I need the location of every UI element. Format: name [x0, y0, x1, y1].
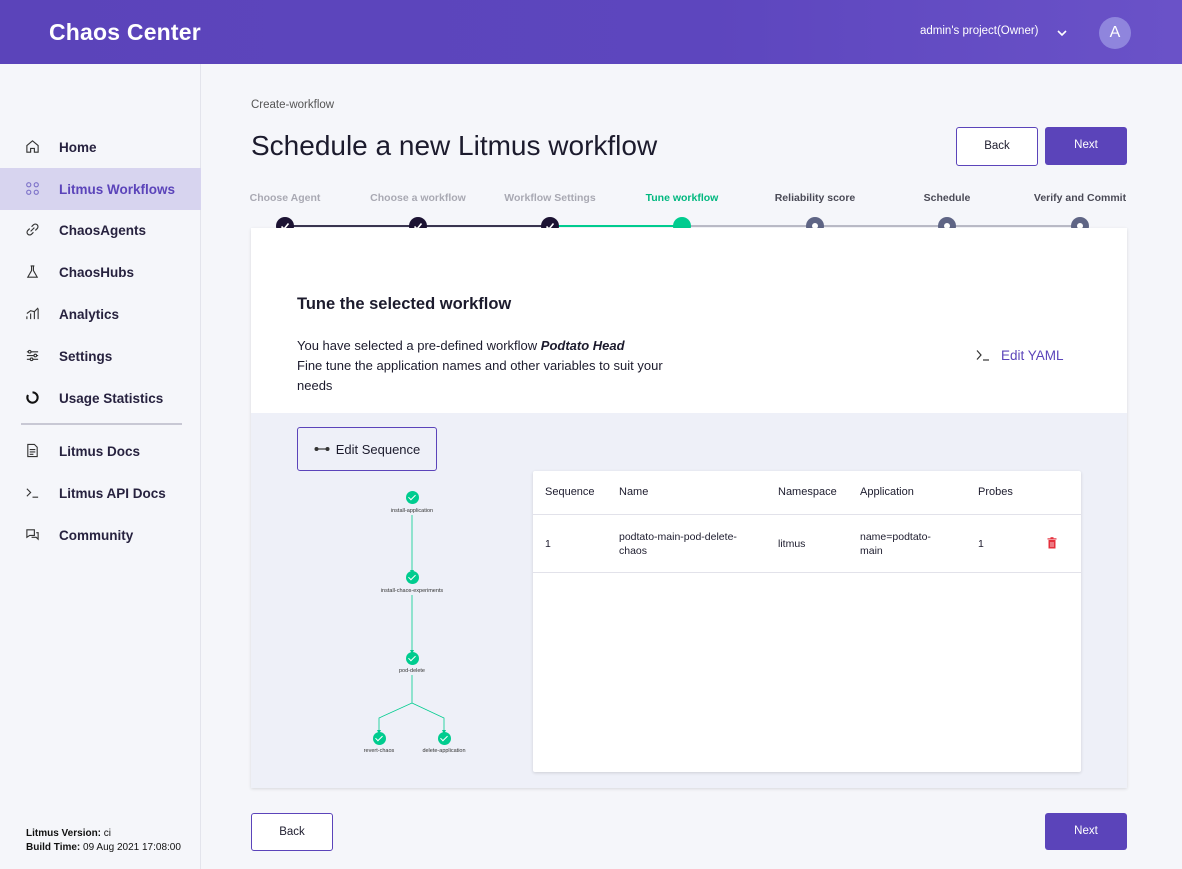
edit-yaml-label: Edit YAML [1001, 347, 1064, 363]
workflow-name: Podtato Head [540, 338, 625, 353]
edit-yaml-button[interactable]: Edit YAML [975, 347, 1064, 363]
cell-application: name=podtato-main [860, 531, 931, 557]
section-description: You have selected a pre-defined workflow… [297, 336, 677, 396]
sidebar-item-label: Home [59, 139, 97, 155]
workflow-graph-edges [377, 515, 446, 734]
footer-next-button[interactable]: Next [1045, 813, 1127, 850]
app-title[interactable]: Chaos Center [49, 19, 201, 46]
step-label-choose-agent: Choose Agent [249, 192, 321, 204]
sidebar-item-label: ChaosAgents [59, 222, 147, 238]
table-header-name: Name [619, 486, 649, 498]
analytics-icon [26, 307, 39, 320]
usage-ring-icon [26, 391, 39, 404]
cell-namespace: litmus [778, 538, 806, 550]
sidebar-item-label: Community [59, 527, 134, 543]
cell-name: podtato-main-pod-delete-chaos [619, 531, 737, 557]
build-time-value: 09 Aug 2021 17:08:00 [80, 842, 181, 853]
table-header-probes: Probes [978, 486, 1013, 498]
sidebar-item-label: Litmus Workflows [59, 181, 176, 197]
document-icon [27, 443, 38, 458]
sidebar-item-label: ChaosHubs [59, 264, 135, 280]
chevron-down-icon[interactable] [1055, 26, 1069, 40]
workflow-node-check-icon[interactable] [406, 491, 419, 504]
workflow-node-check-icon[interactable] [438, 732, 451, 745]
version-value: ci [101, 828, 112, 839]
experiments-table: Sequence Name Namespace Application Prob… [533, 471, 1081, 772]
sidebar-item-litmus-docs[interactable]: Litmus Docs [0, 430, 201, 472]
top-bar: Chaos Center admin's project(Owner) A [0, 0, 1182, 64]
sidebar-item-community[interactable]: Community [0, 514, 201, 556]
breadcrumb[interactable]: Create-workflow [251, 99, 334, 111]
chat-icon [26, 529, 39, 541]
table-header-divider [533, 514, 1081, 515]
avatar[interactable]: A [1099, 17, 1131, 49]
version-info: Litmus Version: ci Build Time: 09 Aug 20… [26, 827, 181, 855]
sidebar-item-chaoshubs[interactable]: ChaosHubs [0, 251, 201, 293]
workflow-node-check-icon[interactable] [406, 652, 419, 665]
sidebar-item-analytics[interactable]: Analytics [0, 293, 201, 335]
desc-prefix: You have selected a pre-defined workflow [297, 338, 541, 353]
sequence-link-icon [314, 447, 330, 451]
edit-sequence-button[interactable]: Edit Sequence [297, 427, 437, 471]
step-label-reliability-score: Reliability score [774, 192, 856, 204]
footer-back-button[interactable]: Back [251, 813, 333, 851]
section-heading: Tune the selected workflow [297, 295, 512, 313]
next-button[interactable]: Next [1045, 127, 1127, 165]
step-connector-upcoming [682, 225, 1080, 227]
sidebar-item-litmus-api-docs[interactable]: Litmus API Docs [0, 472, 201, 514]
table-header-sequence: Sequence [545, 486, 595, 498]
link-icon [26, 223, 39, 236]
flask-icon [26, 265, 39, 278]
sidebar-item-label: Analytics [59, 306, 120, 322]
sidebar: Home Litmus Workflows ChaosAgents ChaosH… [0, 64, 201, 869]
tune-workflow-card: Tune the selected workflow You have sele… [251, 228, 1127, 788]
step-label-workflow-settings: Workflow Settings [504, 192, 596, 204]
page-title: Schedule a new Litmus workflow [251, 130, 658, 161]
version-label: Litmus Version: [26, 828, 102, 839]
workflow-node-label: pod-delete [399, 668, 425, 674]
sidebar-item-label: Litmus Docs [59, 443, 141, 459]
terminal-icon [26, 488, 39, 498]
workflow-node-label: revert-chaos [363, 748, 395, 754]
workflow-node-label: install-application [390, 508, 434, 514]
cell-probes[interactable]: 1 [978, 537, 984, 551]
settings-sliders-icon [26, 349, 39, 362]
edit-sequence-label: Edit Sequence [335, 441, 421, 457]
desc-rest: Fine tune the application names and othe… [297, 358, 663, 393]
sidebar-item-settings[interactable]: Settings [0, 335, 201, 377]
step-label-verify-commit: Verify and Commit [1033, 192, 1127, 204]
table-header-application: Application [860, 486, 914, 498]
workflow-node-check-icon[interactable] [406, 571, 419, 584]
sidebar-divider [21, 423, 182, 425]
table-header-namespace: Namespace [778, 486, 837, 498]
build-time-label: Build Time: [26, 842, 81, 853]
sidebar-item-label: Litmus API Docs [59, 485, 166, 501]
home-icon [26, 140, 39, 153]
step-label-choose-workflow: Choose a workflow [370, 192, 466, 204]
sidebar-item-chaosagents[interactable]: ChaosAgents [0, 209, 201, 251]
sidebar-item-label: Settings [59, 348, 113, 364]
step-connector-active [550, 225, 682, 227]
workflow-node-label: install-chaos-experiments [380, 588, 444, 594]
sidebar-item-litmus-workflows[interactable]: Litmus Workflows [0, 168, 201, 210]
workflow-node-label: delete-application [422, 748, 466, 754]
back-button[interactable]: Back [956, 127, 1038, 166]
workflows-icon [26, 182, 39, 195]
workflow-node-check-icon[interactable] [373, 732, 386, 745]
sidebar-item-usage-statistics[interactable]: Usage Statistics [0, 377, 201, 419]
step-label-tune-workflow: Tune workflow [645, 192, 719, 204]
sidebar-item-label: Usage Statistics [59, 390, 164, 406]
trash-icon[interactable] [1047, 537, 1057, 549]
terminal-icon [976, 350, 989, 361]
table-row-divider [533, 572, 1081, 573]
sidebar-item-home[interactable]: Home [0, 126, 201, 168]
cell-sequence: 1 [545, 538, 551, 550]
project-selector[interactable]: admin's project(Owner) [920, 25, 1039, 37]
step-label-schedule: Schedule [923, 192, 971, 204]
